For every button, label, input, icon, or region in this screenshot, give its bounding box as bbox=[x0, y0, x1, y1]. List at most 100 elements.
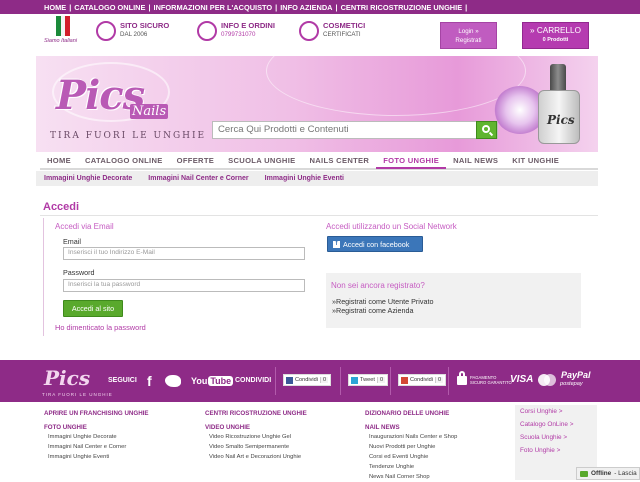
chat-icon bbox=[580, 470, 588, 477]
forgot-password-link[interactable]: Ho dimenticato la password bbox=[55, 323, 146, 332]
footer-heading[interactable]: CENTRI RICOSTRUZIONE UNGHIE bbox=[205, 410, 307, 418]
nav-nails-center[interactable]: NAILS CENTER bbox=[302, 153, 376, 169]
search-button[interactable] bbox=[476, 121, 497, 139]
footer-heading[interactable]: NAIL NEWS bbox=[365, 424, 457, 432]
condividi-label: CONDIVIDI bbox=[235, 377, 272, 384]
cart-arrow-icon: » bbox=[530, 26, 535, 35]
register-private-link[interactable]: »Registrati come Utente Privato bbox=[332, 297, 433, 306]
nav-catalogo-online[interactable]: CATALOGO ONLINE bbox=[78, 153, 170, 169]
search-input[interactable]: Cerca Qui Prodotti e Contenuti bbox=[212, 121, 498, 139]
footer-link[interactable]: Video Nail Art e Decorazioni Unghie bbox=[205, 452, 307, 462]
login-label: Login » bbox=[458, 28, 479, 35]
register-label: Registrati bbox=[455, 37, 482, 44]
footer-link[interactable]: News Nail Corner Shop bbox=[365, 472, 457, 482]
side-link-catalogo[interactable]: Catalogo OnLine > bbox=[515, 418, 597, 431]
feature-phone[interactable]: 0799731070 bbox=[221, 30, 275, 39]
nav-offerte[interactable]: OFFERTE bbox=[170, 153, 222, 169]
tweet-button[interactable]: Tweet 0 bbox=[348, 374, 389, 386]
footer-heading[interactable]: APRIRE UN FRANCHISING UNGHIE bbox=[44, 410, 149, 418]
nav-home[interactable]: HOME bbox=[40, 153, 78, 169]
italian-flag-icon bbox=[56, 16, 71, 36]
youtube-word-2: Tube bbox=[208, 376, 234, 386]
header: Siamo Italiani SITO SICURO DAL 2006 INFO… bbox=[0, 14, 640, 56]
nav-scuola-unghie[interactable]: SCUOLA UNGHIE bbox=[221, 153, 302, 169]
top-sep: | bbox=[465, 2, 468, 12]
footer-heading[interactable]: DIZIONARIO DELLE UNGHIE bbox=[365, 410, 457, 418]
feature-title: INFO E ORDINI bbox=[221, 21, 276, 30]
cart-button[interactable]: » CARRELLO 0 Prodotti bbox=[522, 22, 589, 49]
footer-link[interactable]: Video Smalto Semipermanente bbox=[205, 442, 307, 452]
subnav-nail-center-corner[interactable]: Immagini Nail Center e Corner bbox=[140, 175, 256, 182]
footer-link[interactable]: Tendenze Unghie bbox=[365, 462, 457, 472]
facebook-share-button[interactable]: Condividi 0 bbox=[283, 374, 332, 386]
side-link-foto[interactable]: Foto Unghie > bbox=[515, 444, 597, 457]
register-title: Non sei ancora registrato? bbox=[331, 281, 425, 290]
site-logo-sub: Nails bbox=[130, 104, 169, 119]
footer-col-dizionario: DIZIONARIO DELLE UNGHIE NAIL NEWS Inaugu… bbox=[365, 410, 457, 482]
feature-title: SITO SICURO bbox=[120, 21, 170, 30]
side-link-scuola[interactable]: Scuola Unghie > bbox=[515, 431, 597, 444]
password-label: Password bbox=[63, 268, 95, 277]
main-nav: HOME CATALOGO ONLINE OFFERTE SCUOLA UNGH… bbox=[40, 154, 598, 170]
email-input[interactable]: Inserisci il tuo Indirizzo E-Mail bbox=[63, 247, 305, 260]
divider bbox=[40, 215, 598, 216]
facebook-icon: f bbox=[333, 240, 340, 248]
hero-banner: Pics Nails TIRA FUORI LE UNGHIE Cerca Qu… bbox=[36, 56, 598, 152]
login-button[interactable]: Login » Registrati bbox=[440, 22, 497, 49]
page-title: Accedi bbox=[43, 201, 80, 213]
top-link-info-azienda[interactable]: INFO AZIENDA bbox=[280, 3, 332, 12]
chat-widget[interactable]: Offline - Lascia bbox=[576, 467, 640, 480]
footer-link[interactable]: Immagini Unghie Decorate bbox=[44, 432, 149, 442]
nav-foto-unghie[interactable]: FOTO UNGHIE bbox=[376, 153, 447, 169]
subnav-unghie-eventi[interactable]: Immagini Unghie Eventi bbox=[257, 175, 352, 182]
footer-link[interactable]: Immagini Unghie Eventi bbox=[44, 452, 149, 462]
top-link-informazioni[interactable]: INFORMAZIONI PER L'ACQUISTO bbox=[154, 3, 273, 12]
password-input[interactable]: Inserisci la tua password bbox=[63, 279, 305, 292]
chat-status: Offline bbox=[591, 470, 612, 477]
footer-link[interactable]: Inaugurazioni Nails Center e Shop bbox=[365, 432, 457, 442]
facebook-login-button[interactable]: f Accedi con facebook bbox=[327, 236, 423, 252]
postepay-logo: postepay bbox=[560, 381, 583, 387]
youtube-word-1: You bbox=[191, 376, 208, 386]
register-company-link[interactable]: »Registrati come Azienda bbox=[332, 306, 414, 315]
divider bbox=[340, 367, 341, 395]
top-sep: | bbox=[69, 2, 72, 12]
footer-band: Pics TIRA FUORI LE UNGHIE SEGUICI f You … bbox=[0, 360, 640, 402]
twitter-icon[interactable] bbox=[165, 375, 181, 387]
nav-nail-news[interactable]: NAIL NEWS bbox=[446, 153, 505, 169]
footer-logo[interactable]: Pics bbox=[44, 366, 90, 390]
chat-text: - Lascia bbox=[614, 470, 637, 477]
footer-heading[interactable]: FOTO UNGHIE bbox=[44, 424, 149, 432]
footer-link[interactable]: Corsi ed Eventi Unghie bbox=[365, 452, 457, 462]
side-link-corsi[interactable]: Corsi Unghie > bbox=[515, 405, 597, 418]
google-plus-icon bbox=[401, 376, 408, 384]
lock-icon bbox=[96, 21, 116, 41]
cart-count: 0 Prodotti bbox=[542, 37, 569, 43]
subnav-unghie-decorate[interactable]: Immagini Unghie Decorate bbox=[36, 175, 140, 182]
youtube-icon[interactable]: You Tube bbox=[191, 374, 234, 388]
google-plus-label: Condividi bbox=[410, 377, 434, 383]
footer-link[interactable]: Immagini Nail Center e Corner bbox=[44, 442, 149, 452]
facebook-icon[interactable]: f bbox=[147, 374, 155, 388]
login-submit-button[interactable]: Accedi al sito bbox=[63, 300, 123, 317]
leaf-icon bbox=[299, 21, 319, 41]
divider bbox=[448, 367, 449, 395]
footer-heading[interactable]: VIDEO UNGHIE bbox=[205, 424, 307, 432]
top-sep: | bbox=[275, 2, 278, 12]
tagline: TIRA FUORI LE UNGHIE bbox=[50, 131, 207, 141]
mastercard-icon bbox=[538, 374, 556, 386]
top-link-catalogo[interactable]: CATALOGO ONLINE bbox=[74, 3, 145, 12]
footer-logo-tagline: TIRA FUORI LE UNGHIE bbox=[42, 392, 113, 397]
facebook-share-label: Condividi bbox=[295, 377, 319, 383]
footer-link[interactable]: Video Ricostruzione Unghie Gel bbox=[205, 432, 307, 442]
feature-title: COSMETICI bbox=[323, 21, 366, 30]
top-link-centri[interactable]: CENTRI RICOSTRUZIONE UNGHIE bbox=[341, 3, 463, 12]
google-plus-share-button[interactable]: Condividi 0 bbox=[398, 374, 447, 386]
footer-link[interactable]: Nuovi Prodotti per Unghie bbox=[365, 442, 457, 452]
top-link-home[interactable]: HOME bbox=[44, 3, 66, 12]
siamo-italiani-label: Siamo Italiani bbox=[44, 38, 78, 44]
google-plus-count: 0 bbox=[435, 377, 444, 383]
secure-lock-icon bbox=[457, 371, 467, 385]
nav-kit-unghie[interactable]: KIT UNGHIE bbox=[505, 153, 566, 169]
footer-col-franchising: APRIRE UN FRANCHISING UNGHIE FOTO UNGHIE… bbox=[44, 410, 149, 462]
